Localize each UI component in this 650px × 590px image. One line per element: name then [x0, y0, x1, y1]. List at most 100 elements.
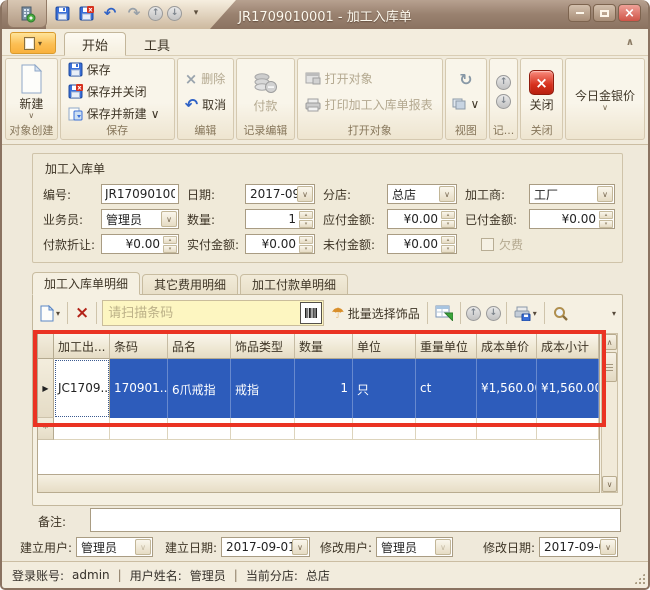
search-button[interactable] — [550, 301, 571, 325]
spin-up-icon[interactable]: ▴ — [299, 236, 313, 244]
grid-cell[interactable]: 6爪戒指 — [168, 359, 231, 418]
print-report-button[interactable]: 打印加工入库单报表 — [302, 95, 438, 115]
tab-entry-detail[interactable]: 加工入库单明细 — [32, 272, 140, 295]
spin-up-icon[interactable]: ▴ — [163, 236, 177, 244]
collapse-ribbon-button[interactable]: ∧ — [626, 37, 634, 48]
view-windows-button[interactable]: ∨ — [449, 94, 482, 114]
date-combo[interactable]: 2017-09-01∨ — [245, 184, 315, 204]
spin-up-icon[interactable]: ▴ — [441, 211, 455, 219]
tab-payment-detail[interactable]: 加工付款单明细 — [240, 274, 348, 295]
scan-barcode-input[interactable] — [103, 301, 300, 325]
spin-down-icon[interactable]: ▾ — [599, 220, 613, 228]
open-object-button[interactable]: 打开对象 — [302, 69, 438, 89]
close-window-button[interactable]: × — [618, 4, 641, 22]
save-ribbon-button[interactable]: 保存 — [65, 60, 170, 80]
discount-spinner[interactable]: ¥0.00▴▾ — [101, 234, 179, 254]
modified-date-combo[interactable]: 2017-09-01∨ — [539, 537, 618, 557]
save-and-close-ribbon-button[interactable]: x 保存并关闭 — [65, 82, 170, 102]
scrollbar-track[interactable] — [602, 384, 617, 476]
vertical-scrollbar[interactable]: ∧ ∨ — [601, 333, 618, 493]
barcode-button[interactable] — [300, 302, 322, 324]
refresh-button[interactable]: ↻ — [456, 70, 475, 90]
grid-new-row[interactable]: * — [38, 418, 599, 440]
grid-data-row[interactable]: ▶JC1709...170901...6爪戒指戒指1只ct¥1,560.00¥1… — [38, 359, 599, 418]
maximize-button[interactable] — [593, 4, 616, 22]
save-and-new-ribbon-button[interactable]: 保存并新建 ∨ — [65, 104, 170, 124]
delete-row-button[interactable]: × — [73, 301, 91, 325]
triangle-down-icon[interactable]: ▾ — [56, 309, 60, 318]
modified-by-combo[interactable]: 管理员∨ — [376, 537, 453, 557]
grid-column-header[interactable]: 饰品类型 — [231, 334, 295, 359]
grid-column-header[interactable]: 成本单价 — [477, 334, 537, 359]
spin-down-icon[interactable]: ▾ — [299, 245, 313, 253]
scrollbar-thumb[interactable] — [602, 352, 617, 382]
no-input[interactable] — [101, 184, 179, 204]
next-record-button[interactable]: ↓ — [496, 94, 511, 109]
created-date-combo[interactable]: 2017-09-01∨ — [221, 537, 310, 557]
branch-combo[interactable]: 总店∨ — [387, 184, 457, 204]
delete-button[interactable]: × 删除 — [182, 69, 229, 89]
grid-cell[interactable]: JC1709... — [54, 359, 110, 418]
spin-down-icon[interactable]: ▾ — [163, 245, 177, 253]
grid-column-header[interactable]: 数量 — [295, 334, 353, 359]
cancel-button[interactable]: ↶ 取消 — [182, 95, 229, 115]
grid-cell[interactable]: 1 — [295, 359, 353, 418]
unpaid-spinner[interactable]: ¥0.00▴▾ — [387, 234, 457, 254]
chevron-down-icon[interactable]: ∨ — [597, 186, 613, 202]
grid-cell-empty[interactable] — [54, 418, 110, 440]
spin-down-icon[interactable]: ▾ — [299, 220, 313, 228]
paid-spinner[interactable]: ¥0.00▴▾ — [529, 209, 615, 229]
grid-cell-empty[interactable] — [537, 418, 599, 440]
triangle-down-icon[interactable]: ▾ — [533, 309, 537, 318]
grid-cell[interactable]: 戒指 — [231, 359, 295, 418]
select-from-list-button[interactable] — [433, 301, 455, 325]
remark-input[interactable] — [90, 508, 621, 532]
spin-down-icon[interactable]: ▾ — [441, 245, 455, 253]
qty-spinner[interactable]: 1▴▾ — [245, 209, 315, 229]
grid-column-header[interactable]: 品名 — [168, 334, 231, 359]
chevron-down-icon[interactable]: ∨ — [439, 186, 455, 202]
grid-cell-empty[interactable] — [168, 418, 231, 440]
salesman-combo[interactable]: 管理员∨ — [101, 209, 179, 229]
chevron-down-icon[interactable]: ∨ — [297, 186, 313, 202]
application-menu-button[interactable]: ▾ — [10, 32, 56, 54]
new-button[interactable]: 新建 ∨ — [15, 62, 47, 121]
print-export-button[interactable]: ▾ — [512, 301, 539, 325]
grid-corner-cell[interactable] — [38, 334, 54, 359]
grid-column-header[interactable]: 条码 — [110, 334, 168, 359]
grid-cell-empty[interactable] — [231, 418, 295, 440]
spin-up-icon[interactable]: ▴ — [441, 236, 455, 244]
grid-column-header[interactable]: 重量单位 — [416, 334, 477, 359]
grid-cell-empty[interactable] — [416, 418, 477, 440]
grid-cell-empty[interactable] — [110, 418, 168, 440]
chevron-down-icon[interactable]: ∨ — [600, 539, 616, 555]
title-bar[interactable]: x ↶ ↷ ↑ ↓ ▾ JR1709010001 - 加工入库单 × — [2, 0, 648, 29]
scroll-down-button[interactable]: ∨ — [602, 476, 617, 492]
grid-column-header[interactable]: 单位 — [353, 334, 416, 359]
grid-column-header[interactable]: 成本小计 — [537, 334, 599, 359]
grid-cell-empty[interactable] — [353, 418, 416, 440]
grid-cell[interactable]: ¥1,560.00 — [477, 359, 537, 418]
batch-select-button[interactable]: ☂ 批量选择饰品 — [329, 301, 421, 325]
today-gold-price-button[interactable]: 今日金银价 ∨ — [571, 85, 639, 113]
spin-down-icon[interactable]: ▾ — [441, 220, 455, 228]
grid-cell-empty[interactable] — [477, 418, 537, 440]
payment-button[interactable]: 付款 — [248, 68, 282, 116]
processor-combo[interactable]: 工厂∨ — [529, 184, 615, 204]
grid-cell[interactable]: 170901... — [110, 359, 168, 418]
grid-column-header[interactable]: 加工出... — [54, 334, 110, 359]
grid-cell-empty[interactable] — [295, 418, 353, 440]
tab-tools[interactable]: 工具 — [126, 32, 188, 56]
spin-up-icon[interactable]: ▴ — [299, 211, 313, 219]
tab-other-fee-detail[interactable]: 其它费用明细 — [142, 274, 238, 295]
close-form-button[interactable]: × 关闭 — [525, 68, 558, 115]
grid-cell[interactable]: ¥1,560.00 — [537, 359, 599, 418]
toolbar-overflow-button[interactable]: ▾ — [608, 301, 618, 325]
row-up-button[interactable]: ↑ — [466, 306, 481, 321]
row-selector[interactable]: ▶ — [38, 359, 54, 418]
arrears-checkbox[interactable]: 欠费 — [481, 236, 523, 253]
add-row-button[interactable]: ▾ — [37, 301, 62, 325]
scroll-up-button[interactable]: ∧ — [602, 334, 617, 350]
chevron-down-icon[interactable]: ∨ — [161, 211, 177, 227]
minimize-button[interactable] — [568, 4, 591, 22]
